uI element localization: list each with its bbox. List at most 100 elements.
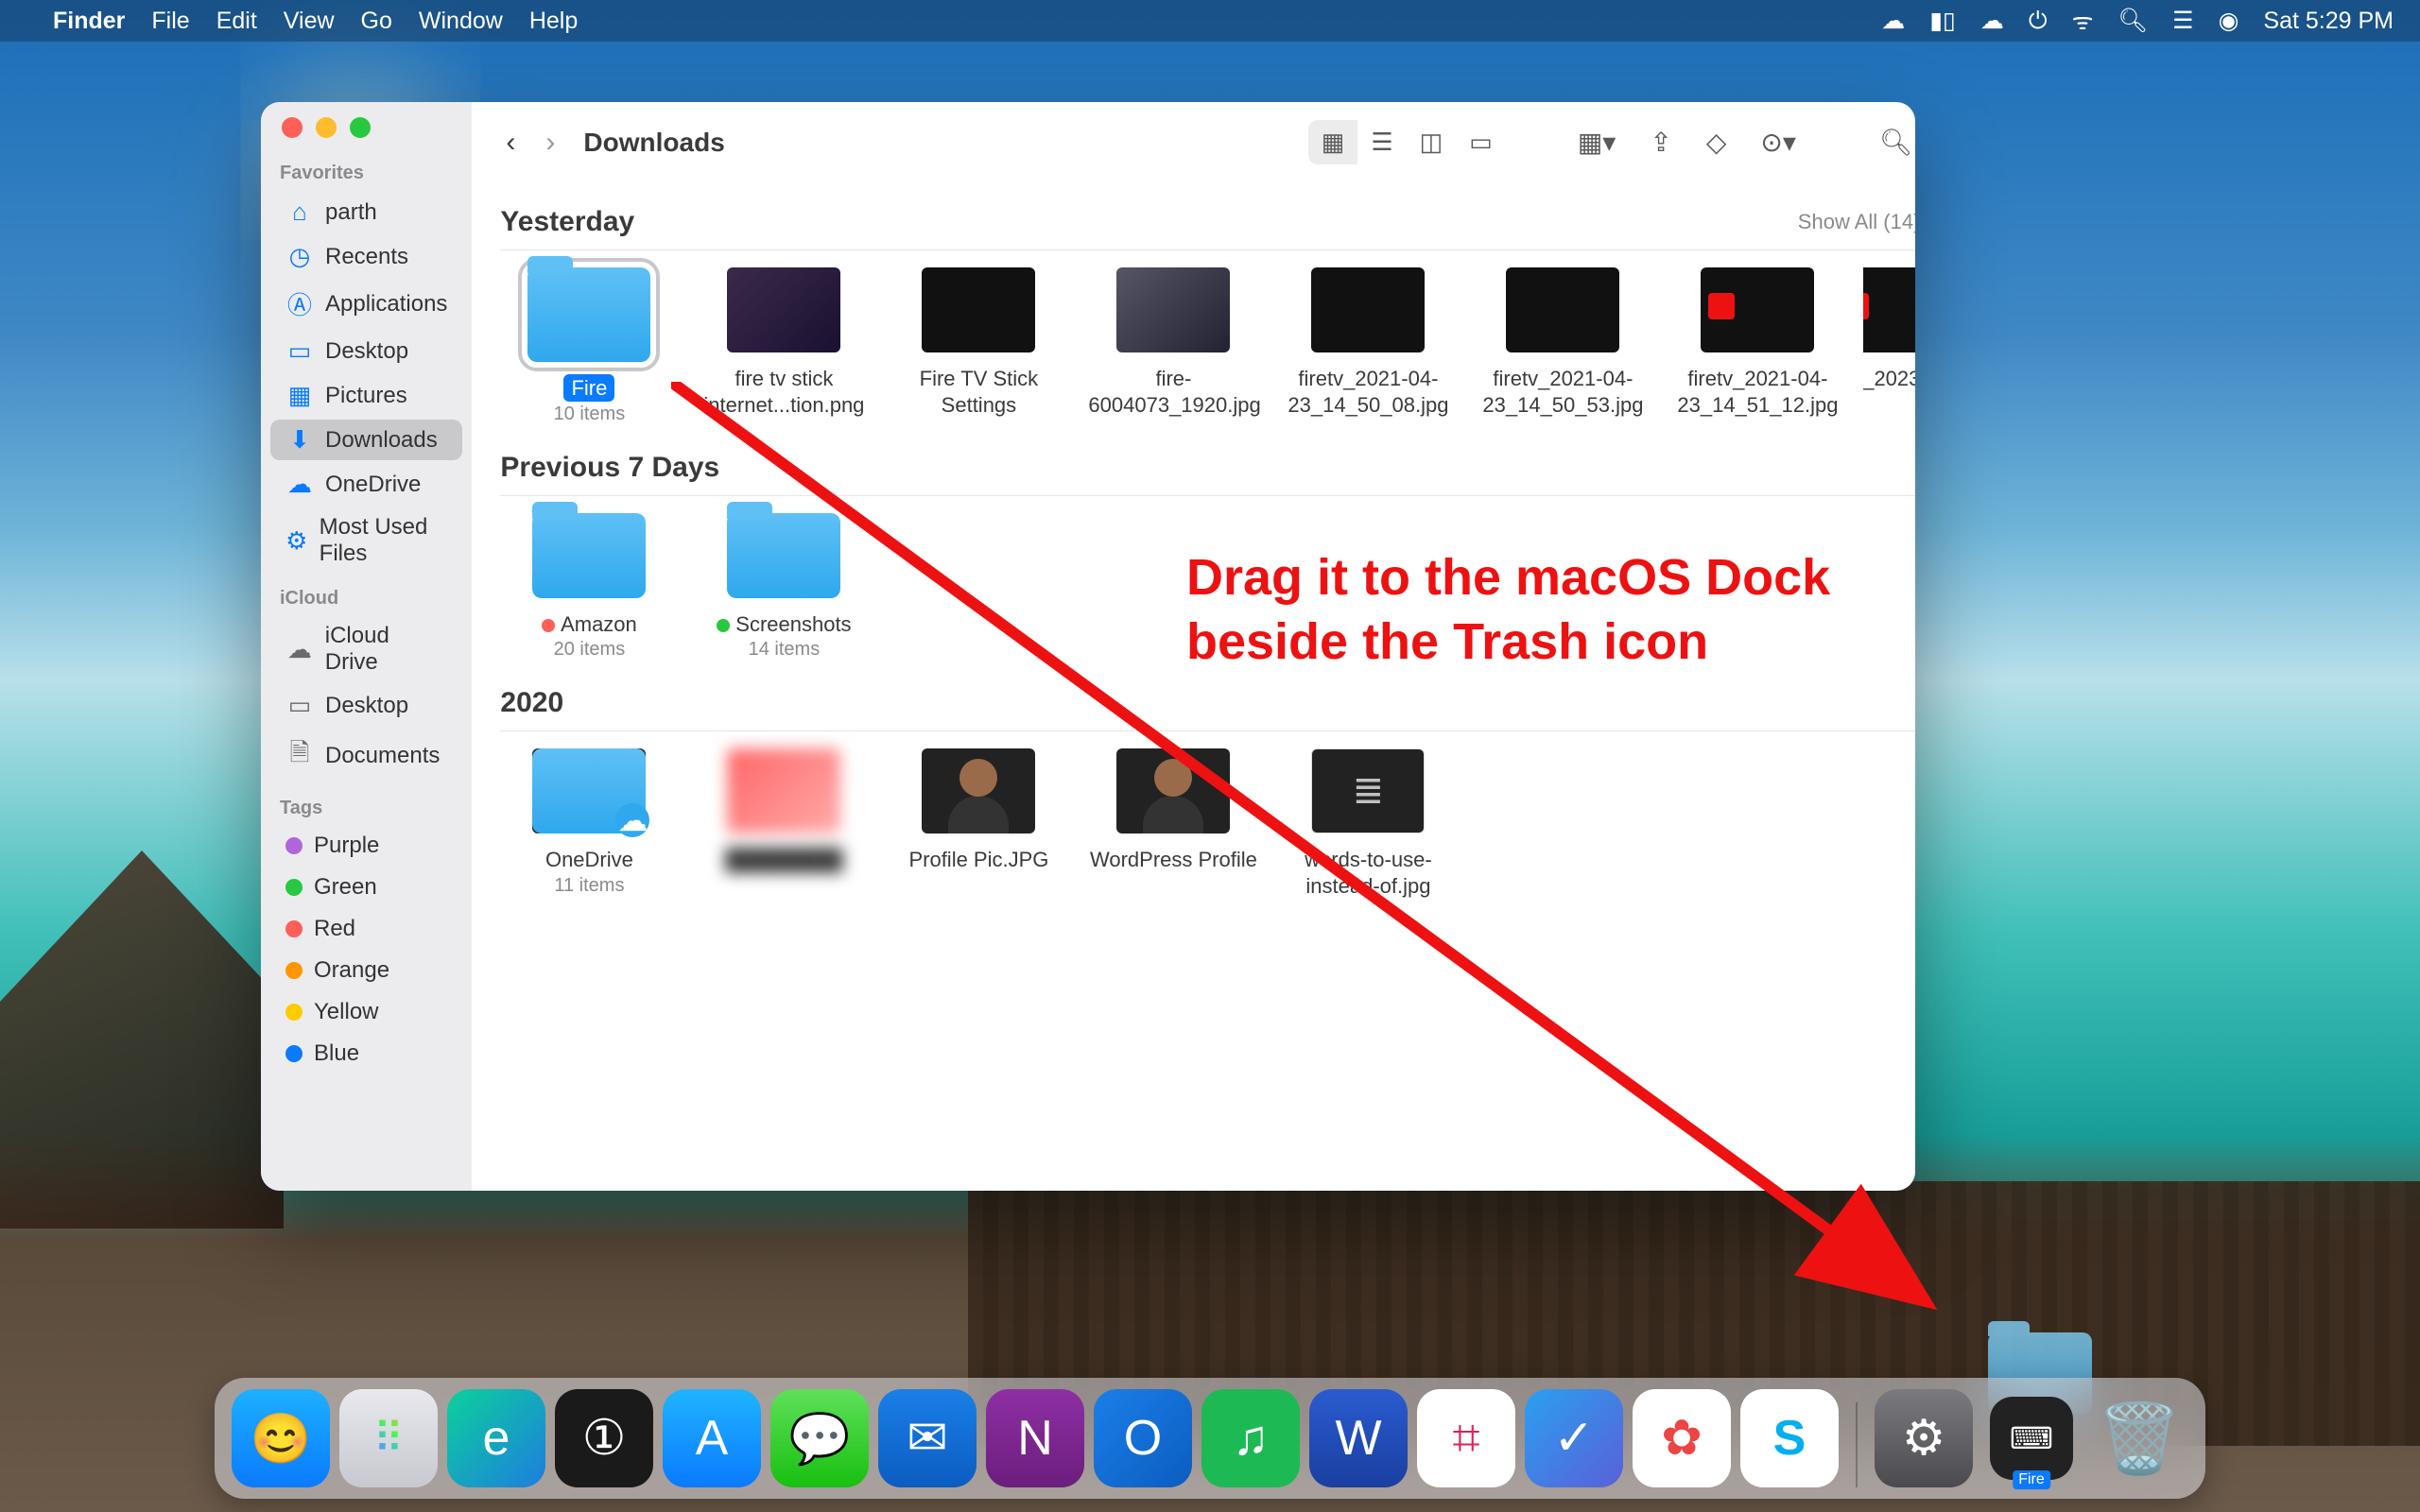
weather-icon[interactable]: ☁ xyxy=(1980,7,2004,35)
desktop-icon: ▭ xyxy=(285,691,314,720)
dock-app-slack[interactable]: ⌗ xyxy=(1417,1389,1515,1487)
group-by-button[interactable]: ▦▾ xyxy=(1566,119,1628,165)
dock-app-office[interactable]: O xyxy=(1094,1389,1192,1487)
file-name: WordPress Profile xyxy=(1090,847,1257,873)
file-item[interactable]: fire-6004073_1920.jpg xyxy=(1084,260,1262,425)
dock-app-finder[interactable]: 😊 xyxy=(232,1389,330,1487)
file-name: OneDrive xyxy=(545,847,633,873)
sidebar-item-onedrive[interactable]: ☁︎OneDrive xyxy=(270,464,462,505)
dock-item-dragged-folder[interactable]: ⌨︎ Fire xyxy=(1982,1389,2081,1487)
menu-window[interactable]: Window xyxy=(419,8,503,35)
file-name: firetv_2023_14_ xyxy=(1863,366,1915,392)
gallery-view-button[interactable]: ▭ xyxy=(1456,120,1506,164)
menu-view[interactable]: View xyxy=(284,8,335,35)
control-center-icon[interactable]: ☰ xyxy=(2172,7,2193,35)
dock-app-todo[interactable]: ✓ xyxy=(1525,1389,1623,1487)
sidebar-item-applications[interactable]: ⒶApplications xyxy=(270,281,462,327)
sidebar-item-most-used[interactable]: ⚙︎Most Used Files xyxy=(270,508,462,573)
sidebar-tag-orange[interactable]: Orange xyxy=(270,952,462,989)
window-title: Downloads xyxy=(583,128,724,158)
sidebar-item-pictures[interactable]: ▦Pictures xyxy=(270,375,462,416)
file-item[interactable]: Fire TV Stick Settings xyxy=(890,260,1067,425)
dock-app-word[interactable]: W xyxy=(1309,1389,1408,1487)
forward-button[interactable]: › xyxy=(536,127,564,159)
file-name: fire tv stick internet...tion.png xyxy=(699,366,869,418)
file-item[interactable]: firetv_2023_14_ xyxy=(1863,260,1915,425)
show-all-button[interactable]: Show All (14) xyxy=(1798,210,1915,234)
menu-go[interactable]: Go xyxy=(361,8,392,35)
file-item-blurred[interactable]: ████████ xyxy=(695,741,873,899)
sidebar-item-icloud-documents[interactable]: 🗎Documents xyxy=(270,730,462,782)
clock-icon: ◷ xyxy=(285,242,314,271)
home-icon: ⌂ xyxy=(285,198,314,227)
file-item-amazon-folder[interactable]: Amazon 20 items xyxy=(500,506,678,662)
dock-app-edge[interactable]: e xyxy=(447,1389,545,1487)
sidebar-tag-purple[interactable]: Purple xyxy=(270,827,462,865)
power-icon[interactable]: ⏻ xyxy=(2029,8,2048,35)
back-button[interactable]: ‹ xyxy=(496,127,525,159)
file-item[interactable]: Profile Pic.JPG xyxy=(890,741,1067,899)
sidebar-tag-blue[interactable]: Blue xyxy=(270,1035,462,1073)
menu-file[interactable]: File xyxy=(151,8,189,35)
file-item-screenshots-folder[interactable]: Screenshots 14 items xyxy=(695,506,873,662)
dock-app-paint[interactable]: ✿ xyxy=(1633,1389,1731,1487)
menubar-app-name[interactable]: Finder xyxy=(53,8,125,35)
sidebar-tag-green[interactable]: Green xyxy=(270,868,462,906)
sidebar-tag-red[interactable]: Red xyxy=(270,910,462,948)
dock-app-messages[interactable]: 💬 xyxy=(770,1389,869,1487)
dock-app-1password[interactable]: ① xyxy=(555,1389,653,1487)
dock-app-outlook[interactable]: ✉︎ xyxy=(878,1389,977,1487)
cloud-folder-icon xyxy=(532,748,646,833)
file-list[interactable]: Yesterday Show All (14) Fire 10 items fi… xyxy=(472,183,1915,1191)
sidebar-section-favorites: Favorites xyxy=(261,149,472,190)
desktop-icon: ▭ xyxy=(285,336,314,366)
file-item[interactable]: fire tv stick internet...tion.png xyxy=(695,260,873,425)
sidebar-item-downloads[interactable]: ⬇︎Downloads xyxy=(270,420,462,460)
wifi-icon[interactable]: ᯤ xyxy=(2072,5,2094,37)
share-button[interactable]: ⇪ xyxy=(1638,119,1683,165)
sidebar-item-icloud-drive[interactable]: ☁︎iCloud Drive xyxy=(270,617,462,681)
file-item-fire-folder[interactable]: Fire 10 items xyxy=(500,260,678,425)
download-icon: ⬇︎ xyxy=(285,425,314,455)
tags-button[interactable]: ◇ xyxy=(1695,119,1738,165)
sidebar-item-desktop[interactable]: ▭Desktop xyxy=(270,331,462,371)
folder-icon xyxy=(527,267,650,362)
sidebar-item-icloud-desktop[interactable]: ▭Desktop xyxy=(270,685,462,726)
file-item[interactable]: WordPress Profile xyxy=(1084,741,1262,899)
cloud-status-icon[interactable]: ☁︎ xyxy=(1881,7,1905,35)
battery-icon[interactable]: ▮▯ xyxy=(1929,7,1956,35)
list-view-button[interactable]: ☰ xyxy=(1357,120,1406,164)
sidebar-item-home[interactable]: ⌂parth xyxy=(270,192,462,232)
menu-edit[interactable]: Edit xyxy=(216,8,257,35)
dock-app-appstore[interactable]: A xyxy=(663,1389,761,1487)
actions-button[interactable]: ⊙▾ xyxy=(1749,119,1807,165)
column-view-button[interactable]: ◫ xyxy=(1407,120,1457,164)
menubar-clock[interactable]: Sat 5:29 PM xyxy=(2263,8,2394,35)
sidebar-tag-yellow[interactable]: Yellow xyxy=(270,993,462,1031)
file-item-onedrive-folder[interactable]: OneDrive 11 items xyxy=(500,741,678,899)
dock-app-onenote[interactable]: N xyxy=(986,1389,1084,1487)
sidebar-item-label: iCloud Drive xyxy=(325,623,448,676)
dock-app-settings[interactable]: ⚙︎ xyxy=(1875,1389,1973,1487)
search-button[interactable]: 🔍︎ xyxy=(1868,119,1915,165)
file-item[interactable]: firetv_2021-04-23_14_50_53.jpg xyxy=(1474,260,1651,425)
file-name: words-to-use-instead-of.jpg xyxy=(1283,847,1453,899)
file-item[interactable]: firetv_2021-04-23_14_50_08.jpg xyxy=(1279,260,1457,425)
folder-icon xyxy=(532,513,646,598)
group-header-2020: 2020 xyxy=(500,664,1915,730)
sidebar-item-recents[interactable]: ◷Recents xyxy=(270,236,462,277)
spotlight-icon[interactable]: 🔍︎ xyxy=(2118,8,2148,35)
menu-help[interactable]: Help xyxy=(529,8,578,35)
dock-app-spotify[interactable]: ♫ xyxy=(1201,1389,1300,1487)
minimize-button[interactable] xyxy=(316,117,337,138)
zoom-button[interactable] xyxy=(350,117,371,138)
file-item[interactable]: words-to-use-instead-of.jpg xyxy=(1279,741,1457,899)
dock-app-launchpad[interactable]: ⠿ xyxy=(339,1389,438,1487)
dock-trash[interactable]: 🗑️ xyxy=(2090,1389,2188,1487)
annotation-line2: beside the Trash icon xyxy=(1186,610,1830,675)
icon-view-button[interactable]: ▦ xyxy=(1308,120,1358,164)
file-item[interactable]: firetv_2021-04-23_14_51_12.jpg xyxy=(1668,260,1846,425)
dock-app-skype[interactable]: S xyxy=(1740,1389,1839,1487)
menubar-app-icon[interactable]: ◉ xyxy=(2219,7,2239,35)
close-button[interactable] xyxy=(282,117,302,138)
